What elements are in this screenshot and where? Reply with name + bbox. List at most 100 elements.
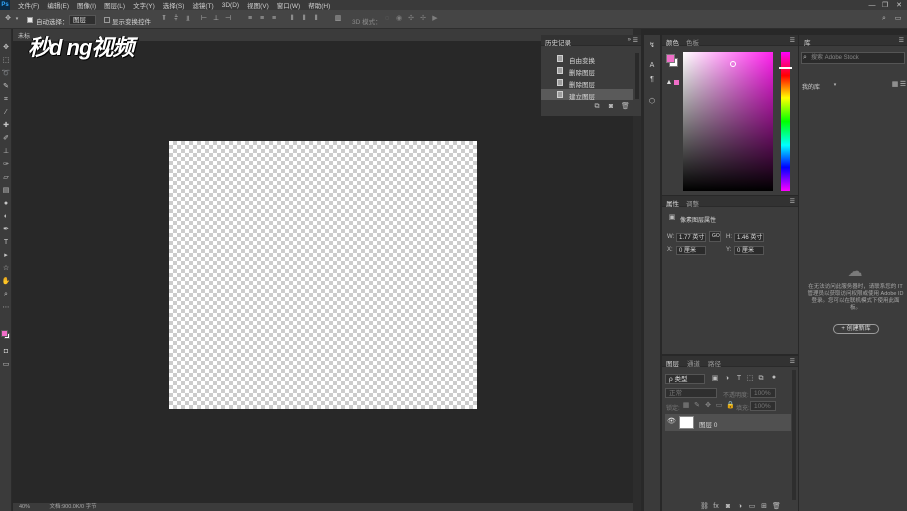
more-tools-icon[interactable]: ⋯: [1, 303, 11, 313]
distribute-vcenter-icon[interactable]: ≡: [258, 15, 266, 23]
3d-drag-icon[interactable]: ✣: [407, 15, 415, 23]
filter-toggle-icon[interactable]: ●: [770, 374, 778, 382]
filter-type-icon[interactable]: T: [735, 375, 743, 383]
quick-mask-icon[interactable]: ◘: [1, 347, 11, 357]
create-library-button[interactable]: + 创建新库: [833, 324, 879, 334]
blend-mode-dropdown[interactable]: 正常: [665, 388, 717, 398]
brush-tool-icon[interactable]: ✐: [1, 134, 11, 144]
panel-menu-icon[interactable]: ☰: [790, 198, 795, 205]
align-top-icon[interactable]: ⫪: [160, 15, 168, 23]
paragraph-panel-icon[interactable]: ¶: [647, 75, 657, 85]
chevron-down-icon[interactable]: ▾: [831, 81, 839, 89]
pen-tool-icon[interactable]: ✒: [1, 225, 11, 235]
link-layers-icon[interactable]: ⛓: [700, 503, 709, 511]
distribute-bottom-icon[interactable]: ≡: [270, 15, 278, 23]
history-item[interactable]: 删除图层: [541, 77, 633, 89]
history-tab[interactable]: 历史记录: [545, 37, 571, 47]
3d-panel-icon[interactable]: ⬡: [647, 97, 657, 107]
history-item[interactable]: 删除图层: [541, 65, 633, 77]
fill-field[interactable]: 100%: [750, 401, 776, 411]
menu-layer[interactable]: 图层(L): [104, 0, 125, 10]
list-view-icon[interactable]: ☰: [899, 81, 907, 89]
x-field[interactable]: 0 厘米: [676, 246, 706, 255]
link-proportions-button[interactable]: GO: [709, 231, 721, 242]
history-item[interactable]: 自由变换: [541, 53, 633, 65]
blur-tool-icon[interactable]: ●: [1, 199, 11, 209]
menu-help[interactable]: 帮助(H): [308, 0, 330, 10]
filter-adjustment-icon[interactable]: ◑: [723, 375, 731, 383]
y-field[interactable]: 0 厘米: [734, 246, 764, 255]
minimize-button[interactable]: —: [865, 0, 879, 10]
adjustment-layer-icon[interactable]: ◑: [736, 503, 744, 511]
distribute-top-icon[interactable]: ≡: [246, 15, 254, 23]
auto-select-dropdown[interactable]: 图层: [69, 15, 96, 25]
height-field[interactable]: 1.46 英寸: [734, 233, 764, 242]
distribute-left-icon[interactable]: ⦀: [288, 15, 296, 23]
dodge-tool-icon[interactable]: ◐: [1, 212, 11, 222]
color-picker-handle[interactable]: [730, 61, 736, 67]
tab-libraries[interactable]: 库: [804, 37, 811, 47]
search-icon[interactable]: ⌕: [880, 15, 888, 23]
3d-camera-icon[interactable]: ▶: [431, 15, 439, 23]
align-right-icon[interactable]: ⊣: [224, 15, 232, 23]
menu-3d[interactable]: 3D(D): [222, 2, 239, 9]
hue-slider[interactable]: [779, 52, 792, 191]
menu-image[interactable]: 图像(I): [77, 0, 96, 10]
3d-roll-icon[interactable]: ◉: [395, 15, 403, 23]
show-transform-checkbox[interactable]: [104, 17, 110, 23]
restore-button[interactable]: ❐: [878, 0, 892, 10]
auto-align-icon[interactable]: ▥: [334, 15, 342, 23]
zoom-tool-icon[interactable]: ⌕: [1, 290, 11, 300]
tab-color[interactable]: 颜色: [666, 37, 679, 47]
add-mask-icon[interactable]: ◙: [724, 503, 732, 511]
lock-position-icon[interactable]: ✥: [704, 402, 712, 410]
hand-tool-icon[interactable]: ✋: [1, 277, 11, 287]
history-brush-tool-icon[interactable]: ✑: [1, 160, 11, 170]
history-item-selected[interactable]: 建立图层: [541, 89, 633, 101]
menu-filter[interactable]: 滤镜(T): [192, 0, 213, 10]
align-bottom-icon[interactable]: ⫫: [184, 15, 192, 23]
healing-brush-tool-icon[interactable]: ✚: [1, 121, 11, 131]
tab-channels[interactable]: 通道: [687, 358, 700, 368]
layer-name[interactable]: 图层 0: [699, 419, 717, 429]
library-dropdown[interactable]: 我的库: [802, 82, 820, 91]
tab-layers[interactable]: 图层: [666, 358, 679, 368]
auto-select-checkbox[interactable]: [27, 17, 33, 23]
collapse-icon[interactable]: »: [628, 37, 631, 43]
gradient-tool-icon[interactable]: ▤: [1, 186, 11, 196]
move-tool-icon[interactable]: ✥: [4, 15, 12, 23]
workspace-icon[interactable]: ▭: [894, 15, 902, 23]
distribute-right-icon[interactable]: ⦀: [312, 15, 320, 23]
trash-icon[interactable]: 🗑: [772, 503, 781, 511]
align-left-icon[interactable]: ⊢: [200, 15, 208, 23]
snapshot-camera-icon[interactable]: ◙: [607, 103, 615, 111]
path-select-tool-icon[interactable]: ▸: [1, 251, 11, 261]
filter-pixel-icon[interactable]: ▣: [711, 375, 719, 383]
new-layer-icon[interactable]: ⊞: [760, 503, 768, 511]
foreground-color-chip[interactable]: [1, 330, 8, 337]
new-group-icon[interactable]: ▭: [748, 503, 756, 511]
lock-transparent-icon[interactable]: ▦: [682, 402, 690, 410]
lock-paint-icon[interactable]: ✎: [693, 402, 701, 410]
trash-icon[interactable]: 🗑: [621, 103, 630, 111]
quick-select-tool-icon[interactable]: ✎: [1, 82, 11, 92]
panel-menu-icon[interactable]: ☰: [899, 37, 904, 44]
layer-style-icon[interactable]: fx: [712, 503, 720, 511]
distribute-hcenter-icon[interactable]: ⦀: [300, 15, 308, 23]
history-panel-icon[interactable]: ↯: [647, 41, 657, 51]
clone-stamp-tool-icon[interactable]: ⊥: [1, 147, 11, 157]
tab-paths[interactable]: 路径: [708, 358, 721, 368]
chevron-down-icon[interactable]: ▾: [13, 15, 21, 23]
lock-artboard-icon[interactable]: ▭: [715, 402, 723, 410]
eraser-tool-icon[interactable]: ▱: [1, 173, 11, 183]
3d-slide-icon[interactable]: ✢: [419, 15, 427, 23]
saturation-value-field[interactable]: [683, 52, 773, 191]
tab-swatches[interactable]: 色板: [686, 37, 699, 47]
gamut-color-chip[interactable]: [674, 80, 679, 85]
filter-shape-icon[interactable]: ⬚: [746, 375, 754, 383]
panel-menu-icon[interactable]: ☰: [790, 358, 795, 365]
align-vcenter-icon[interactable]: ⫩: [172, 15, 180, 23]
align-hcenter-icon[interactable]: ⊥: [212, 15, 220, 23]
character-panel-icon[interactable]: A: [647, 61, 657, 71]
hue-slider-handle[interactable]: [779, 67, 792, 69]
